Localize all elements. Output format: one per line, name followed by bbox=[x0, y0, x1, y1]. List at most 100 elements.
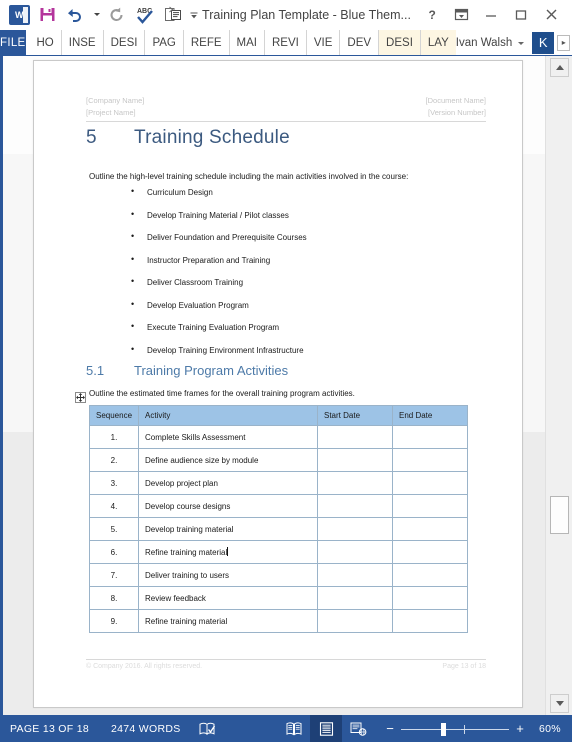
scroll-down-icon[interactable] bbox=[550, 694, 569, 713]
cell-start-date[interactable] bbox=[317, 609, 393, 633]
table-row[interactable]: 7. Deliver training to users bbox=[89, 563, 468, 587]
proofing-errors-icon[interactable] bbox=[199, 722, 216, 736]
cell-end-date[interactable] bbox=[392, 425, 468, 449]
cell-end-date[interactable] bbox=[392, 494, 468, 518]
cell-start-date[interactable] bbox=[317, 563, 393, 587]
tab-insert[interactable]: INSE bbox=[62, 30, 104, 55]
undo-icon[interactable] bbox=[61, 2, 89, 28]
cell-activity[interactable]: Refine training material bbox=[138, 609, 318, 633]
table-move-handle-icon[interactable] bbox=[75, 392, 86, 403]
cell-end-date[interactable] bbox=[392, 540, 468, 564]
cell-sequence[interactable]: 7. bbox=[89, 563, 139, 587]
cell-sequence[interactable]: 6. bbox=[89, 540, 139, 564]
status-page-indicator[interactable]: PAGE 13 OF 18 bbox=[10, 723, 89, 735]
cell-start-date[interactable] bbox=[317, 517, 393, 541]
cell-sequence[interactable]: 5. bbox=[89, 517, 139, 541]
customize-qat-icon[interactable] bbox=[187, 2, 201, 28]
zoom-level-label[interactable]: 60% bbox=[528, 723, 572, 735]
column-header-end-date[interactable]: End Date bbox=[392, 405, 468, 426]
tab-mailings[interactable]: MAI bbox=[230, 30, 265, 55]
scrollbar-thumb[interactable] bbox=[550, 496, 569, 534]
cell-end-date[interactable] bbox=[392, 517, 468, 541]
zoom-out-button[interactable]: − bbox=[382, 722, 398, 735]
spelling-grammar-icon[interactable]: ABC bbox=[131, 2, 159, 28]
redo-icon[interactable] bbox=[103, 2, 131, 28]
print-layout-view-button[interactable] bbox=[310, 715, 342, 742]
cell-activity[interactable]: Deliver training to users bbox=[138, 563, 318, 587]
help-button[interactable]: ? bbox=[416, 2, 446, 28]
cell-end-date[interactable] bbox=[392, 609, 468, 633]
ribbon-display-options-button[interactable] bbox=[446, 2, 476, 28]
avatar[interactable]: K bbox=[532, 31, 555, 54]
account-name[interactable]: Ivan Walsh bbox=[456, 37, 512, 49]
cell-start-date[interactable] bbox=[317, 471, 393, 495]
cell-sequence[interactable]: 1. bbox=[89, 425, 139, 449]
tab-home[interactable]: HO bbox=[30, 30, 62, 55]
table-row[interactable]: 5. Develop training material bbox=[89, 517, 468, 541]
cell-activity[interactable]: Develop course designs bbox=[138, 494, 318, 518]
tab-file[interactable]: FILE bbox=[0, 30, 26, 55]
undo-dropdown-icon[interactable] bbox=[89, 2, 103, 28]
scroll-up-icon[interactable] bbox=[550, 58, 569, 77]
minimize-button[interactable] bbox=[476, 2, 506, 28]
cell-start-date[interactable] bbox=[317, 586, 393, 610]
cell-sequence[interactable]: 9. bbox=[89, 609, 139, 633]
status-word-count[interactable]: 2474 WORDS bbox=[111, 723, 181, 735]
tab-view[interactable]: VIE bbox=[307, 30, 341, 55]
save-icon[interactable] bbox=[33, 2, 61, 28]
cell-start-date[interactable] bbox=[317, 494, 393, 518]
cell-end-date[interactable] bbox=[392, 586, 468, 610]
cell-activity[interactable]: Define audience size by module bbox=[138, 448, 318, 472]
tab-table-design[interactable]: DESI bbox=[379, 30, 421, 55]
word-logo-icon[interactable]: W bbox=[5, 2, 33, 28]
tab-page-layout[interactable]: PAG bbox=[145, 30, 184, 55]
column-header-activity[interactable]: Activity bbox=[138, 405, 318, 426]
activities-table[interactable]: Sequence Activity Start Date End Date 1.… bbox=[89, 405, 468, 633]
cell-end-date[interactable] bbox=[392, 563, 468, 587]
tab-developer[interactable]: DEV bbox=[340, 30, 380, 55]
column-header-sequence[interactable]: Sequence bbox=[89, 405, 139, 426]
cell-activity[interactable]: Review feedback bbox=[138, 586, 318, 610]
table-row[interactable]: 6. Refine training material bbox=[89, 540, 468, 564]
vertical-scrollbar[interactable] bbox=[545, 56, 572, 715]
cell-activity[interactable]: Complete Skills Assessment bbox=[138, 425, 318, 449]
read-mode-view-button[interactable] bbox=[278, 715, 310, 742]
print-preview-icon[interactable] bbox=[159, 2, 187, 28]
cell-sequence[interactable]: 2. bbox=[89, 448, 139, 472]
table-row[interactable]: 3. Develop project plan bbox=[89, 471, 468, 495]
document-header[interactable]: [Company Name] [Project Name] [Document … bbox=[86, 95, 486, 119]
table-row[interactable]: 9. Refine training material bbox=[89, 609, 468, 633]
document-footer[interactable]: © Company 2016. All rights reserved. Pag… bbox=[86, 663, 486, 670]
cell-activity[interactable]: Develop training material bbox=[138, 517, 318, 541]
cell-start-date[interactable] bbox=[317, 425, 393, 449]
cell-sequence[interactable]: 8. bbox=[89, 586, 139, 610]
web-layout-view-button[interactable] bbox=[342, 715, 374, 742]
account-dropdown-icon[interactable] bbox=[518, 42, 525, 45]
maximize-button[interactable] bbox=[506, 2, 536, 28]
cell-activity[interactable]: Develop project plan bbox=[138, 471, 318, 495]
cell-end-date[interactable] bbox=[392, 448, 468, 472]
cell-activity-with-caret[interactable]: Refine training material bbox=[138, 540, 318, 564]
cell-sequence[interactable]: 4. bbox=[89, 494, 139, 518]
cell-start-date[interactable] bbox=[317, 540, 393, 564]
tab-table-layout[interactable]: LAY bbox=[420, 30, 456, 55]
table-row[interactable]: 2. Define audience size by module bbox=[89, 448, 468, 472]
column-header-start-date[interactable]: Start Date bbox=[317, 405, 393, 426]
expand-ribbon-icon[interactable]: ▸ bbox=[557, 34, 571, 51]
zoom-slider[interactable] bbox=[401, 722, 509, 736]
close-button[interactable] bbox=[536, 2, 566, 28]
tab-references[interactable]: REFE bbox=[184, 30, 230, 55]
cell-end-date[interactable] bbox=[392, 471, 468, 495]
document-page[interactable]: [Company Name] [Project Name] [Document … bbox=[33, 60, 523, 708]
header-project-name: [Project Name] bbox=[86, 108, 136, 117]
cell-start-date[interactable] bbox=[317, 448, 393, 472]
zoom-in-button[interactable]: + bbox=[512, 722, 528, 735]
cell-sequence[interactable]: 3. bbox=[89, 471, 139, 495]
footer-page-number: Page 13 of 18 bbox=[442, 663, 486, 670]
table-row[interactable]: 1. Complete Skills Assessment bbox=[89, 425, 468, 449]
tab-review[interactable]: REVI bbox=[265, 30, 307, 55]
tab-design[interactable]: DESI bbox=[104, 30, 146, 55]
table-row[interactable]: 8. Review feedback bbox=[89, 586, 468, 610]
table-row[interactable]: 4. Develop course designs bbox=[89, 494, 468, 518]
zoom-slider-thumb[interactable] bbox=[441, 722, 446, 736]
